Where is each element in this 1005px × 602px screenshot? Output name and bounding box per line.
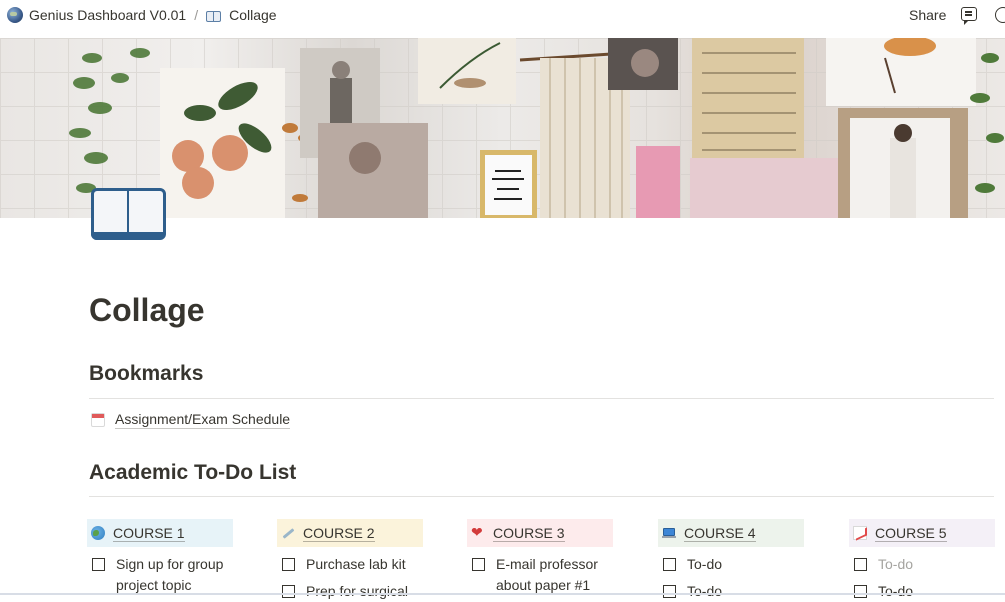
todo-item: To-do bbox=[849, 581, 995, 602]
course-label: COURSE 3 bbox=[493, 524, 565, 542]
top-bar: Genius Dashboard V0.01 / Collage Share bbox=[0, 0, 1005, 32]
breadcrumb-workspace[interactable]: Genius Dashboard V0.01 bbox=[29, 7, 186, 23]
course-label: COURSE 5 bbox=[875, 524, 947, 542]
todo-checkbox[interactable] bbox=[282, 585, 295, 598]
bookmark-link[interactable]: Assignment/Exam Schedule bbox=[91, 411, 291, 429]
course-column-3: COURSE 3 E-mail professor about paper #1 bbox=[467, 519, 613, 596]
todo-checkbox[interactable] bbox=[282, 558, 295, 571]
breadcrumb-separator: / bbox=[194, 7, 199, 23]
todo-text[interactable]: To-do bbox=[687, 554, 722, 575]
todo-text[interactable]: To-do bbox=[687, 581, 722, 602]
todo-item: Purchase lab kit bbox=[277, 554, 423, 575]
bookmark-label: Assignment/Exam Schedule bbox=[115, 411, 291, 429]
todo-item: Prep for surgical bbox=[277, 581, 423, 602]
course-column-5: COURSE 5 To-do To-do bbox=[849, 519, 995, 602]
page-title: Collage bbox=[89, 292, 205, 328]
laptop-icon bbox=[662, 526, 676, 540]
course-header[interactable]: COURSE 3 bbox=[467, 519, 613, 547]
course-header[interactable]: COURSE 4 bbox=[658, 519, 804, 547]
course-column-2: COURSE 2 Purchase lab kit Prep for surgi… bbox=[277, 519, 423, 602]
breadcrumb: Genius Dashboard V0.01 / Collage bbox=[7, 7, 277, 23]
clock-icon[interactable] bbox=[995, 7, 1005, 23]
share-button[interactable]: Share bbox=[909, 7, 946, 23]
todo-checkbox[interactable] bbox=[663, 558, 676, 571]
todo-checkbox[interactable] bbox=[854, 558, 867, 571]
course-label: COURSE 4 bbox=[684, 524, 756, 542]
course-header[interactable]: COURSE 1 bbox=[87, 519, 233, 547]
heart-icon bbox=[471, 524, 485, 541]
todo-item: Sign up for group project topic bbox=[87, 554, 233, 596]
globe-icon bbox=[7, 7, 23, 23]
todo-item: To-do bbox=[849, 554, 995, 575]
open-book-icon bbox=[206, 10, 222, 22]
todo-text[interactable]: To-do bbox=[878, 554, 913, 575]
todo-text[interactable]: Sign up for group project topic bbox=[116, 554, 233, 596]
earth-globe-icon bbox=[91, 526, 105, 540]
bookmarks-heading: Bookmarks bbox=[89, 362, 204, 385]
course-column-1: COURSE 1 Sign up for group project topic bbox=[87, 519, 233, 596]
todo-text[interactable]: Purchase lab kit bbox=[306, 554, 406, 575]
course-header[interactable]: COURSE 5 bbox=[849, 519, 995, 547]
divider bbox=[89, 398, 994, 399]
course-header[interactable]: COURSE 2 bbox=[277, 519, 423, 547]
course-label: COURSE 2 bbox=[303, 524, 375, 542]
todo-item: To-do bbox=[658, 554, 804, 575]
todo-checkbox[interactable] bbox=[663, 585, 676, 598]
todo-item: To-do bbox=[658, 581, 804, 602]
todo-checkbox[interactable] bbox=[854, 585, 867, 598]
breadcrumb-page[interactable]: Collage bbox=[229, 7, 276, 23]
course-label: COURSE 1 bbox=[113, 524, 185, 542]
syringe-icon bbox=[281, 526, 295, 540]
divider bbox=[89, 496, 994, 497]
todo-text[interactable]: E-mail professor about paper #1 bbox=[496, 554, 613, 596]
todo-item: E-mail professor about paper #1 bbox=[467, 554, 613, 596]
calendar-icon bbox=[91, 413, 105, 427]
todo-heading: Academic To-Do List bbox=[89, 461, 297, 484]
todo-text[interactable]: To-do bbox=[878, 581, 913, 602]
todo-checkbox[interactable] bbox=[472, 558, 485, 571]
chart-increasing-icon bbox=[853, 526, 867, 540]
todo-text[interactable]: Prep for surgical bbox=[306, 581, 408, 602]
comment-icon[interactable] bbox=[961, 7, 977, 25]
open-book-icon[interactable] bbox=[89, 184, 167, 242]
todo-checkbox[interactable] bbox=[92, 558, 105, 571]
course-column-4: COURSE 4 To-do To-do bbox=[658, 519, 804, 602]
